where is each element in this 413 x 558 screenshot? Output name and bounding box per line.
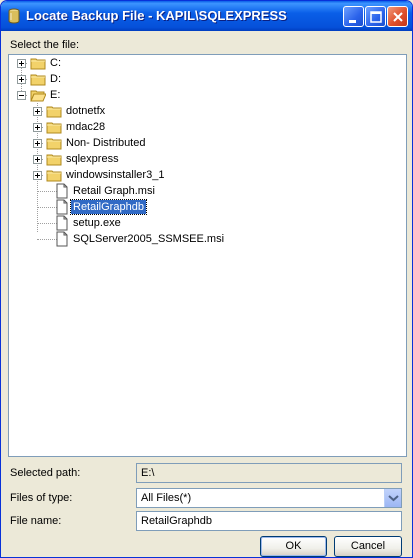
file-icon bbox=[56, 215, 68, 231]
database-icon bbox=[8, 8, 20, 24]
tree-item-label: sqlexpress bbox=[66, 153, 119, 165]
tree-item-label: dotnetfx bbox=[66, 105, 106, 117]
title-bar[interactable]: Locate Backup File - KAPIL\SQLEXPRESS bbox=[1, 1, 412, 31]
tree-item-file-retail-graph-msi[interactable]: Retail Graph.msi bbox=[9, 183, 399, 199]
folder-icon bbox=[46, 154, 62, 166]
files-of-type-dropdown[interactable]: All Files(*) bbox=[136, 488, 402, 508]
selected-path-field: E:\ bbox=[136, 463, 402, 483]
collapse-icon[interactable] bbox=[17, 91, 26, 100]
tree-item-file-setup-exe[interactable]: setup.exe bbox=[9, 215, 399, 231]
file-icon bbox=[56, 231, 68, 247]
tree-item-folder-non-distributed[interactable]: Non- Distributed bbox=[9, 135, 399, 151]
folder-icon bbox=[46, 138, 62, 150]
tree-item-file-retailgraphdb[interactable]: RetailGraphdb bbox=[9, 199, 399, 215]
tree-item-file-sqlserver-msi[interactable]: SQLServer2005_SSMSEE.msi bbox=[9, 231, 399, 247]
selected-path-label: Selected path: bbox=[10, 467, 81, 479]
tree-item-drive-d[interactable]: D: bbox=[9, 71, 399, 87]
tree-item-folder-sqlexpress[interactable]: sqlexpress bbox=[9, 151, 399, 167]
selected-path-value: E:\ bbox=[141, 467, 155, 479]
tree-item-label: Non- Distributed bbox=[66, 137, 146, 149]
chevron-down-icon bbox=[388, 495, 399, 502]
tree-item-label: Retail Graph.msi bbox=[73, 185, 155, 197]
files-of-type-label: Files of type: bbox=[10, 492, 73, 504]
window-title: Locate Backup File - KAPIL\SQLEXPRESS bbox=[26, 8, 287, 23]
tree-item-drive-e[interactable]: E: bbox=[9, 87, 399, 103]
tree-item-folder-windowsinstaller[interactable]: windowsinstaller3_1 bbox=[9, 167, 399, 183]
files-of-type-value: All Files(*) bbox=[141, 492, 192, 504]
tree-item-folder-mdac28[interactable]: mdac28 bbox=[9, 119, 399, 135]
close-icon bbox=[393, 12, 403, 22]
close-button[interactable] bbox=[387, 6, 408, 27]
minimize-icon bbox=[349, 20, 356, 23]
folder-icon bbox=[46, 170, 62, 182]
file-name-input[interactable]: RetailGraphdb bbox=[136, 511, 402, 531]
tree-item-label: D: bbox=[50, 73, 61, 85]
tree-item-label: windowsinstaller3_1 bbox=[66, 169, 165, 181]
tree-item-label: SQLServer2005_SSMSEE.msi bbox=[73, 233, 225, 245]
cancel-button-label: Cancel bbox=[350, 540, 386, 552]
folder-icon bbox=[30, 58, 46, 70]
tree-item-folder-dotnetfx[interactable]: dotnetfx bbox=[9, 103, 399, 119]
minimize-button[interactable] bbox=[343, 6, 364, 27]
tree-item-label: mdac28 bbox=[66, 121, 106, 133]
file-name-label: File name: bbox=[10, 515, 62, 527]
ok-button[interactable]: OK bbox=[260, 536, 327, 557]
expand-icon[interactable] bbox=[33, 123, 42, 132]
tree-item-label: C: bbox=[50, 57, 61, 69]
file-icon bbox=[56, 183, 68, 199]
dropdown-button[interactable] bbox=[384, 489, 401, 507]
folder-icon bbox=[30, 74, 46, 86]
select-file-label: Select the file: bbox=[10, 39, 80, 51]
tree-item-drive-c[interactable]: C: bbox=[9, 55, 399, 71]
folder-icon bbox=[46, 106, 62, 118]
tree-item-label-selected: RetailGraphdb bbox=[70, 199, 147, 215]
expand-icon[interactable] bbox=[17, 59, 26, 68]
file-icon bbox=[56, 199, 68, 215]
folder-icon bbox=[46, 122, 62, 134]
cancel-button[interactable]: Cancel bbox=[334, 536, 402, 557]
ok-button-label: OK bbox=[285, 540, 302, 552]
tree-item-label: E: bbox=[50, 89, 61, 101]
open-folder-icon bbox=[30, 90, 46, 102]
expand-icon[interactable] bbox=[17, 75, 26, 84]
locate-backup-file-dialog: Locate Backup File - KAPIL\SQLEXPRESS Se… bbox=[0, 0, 413, 558]
tree-item-label: setup.exe bbox=[73, 217, 121, 229]
expand-icon[interactable] bbox=[33, 171, 42, 180]
expand-icon[interactable] bbox=[33, 139, 42, 148]
expand-icon[interactable] bbox=[33, 155, 42, 164]
maximize-icon bbox=[370, 11, 382, 23]
file-name-value: RetailGraphdb bbox=[141, 515, 212, 527]
expand-icon[interactable] bbox=[33, 107, 42, 116]
file-tree[interactable]: C: D: E: dotnetfx mdac28 Non- Distribute… bbox=[8, 54, 407, 457]
maximize-button[interactable] bbox=[365, 6, 386, 27]
